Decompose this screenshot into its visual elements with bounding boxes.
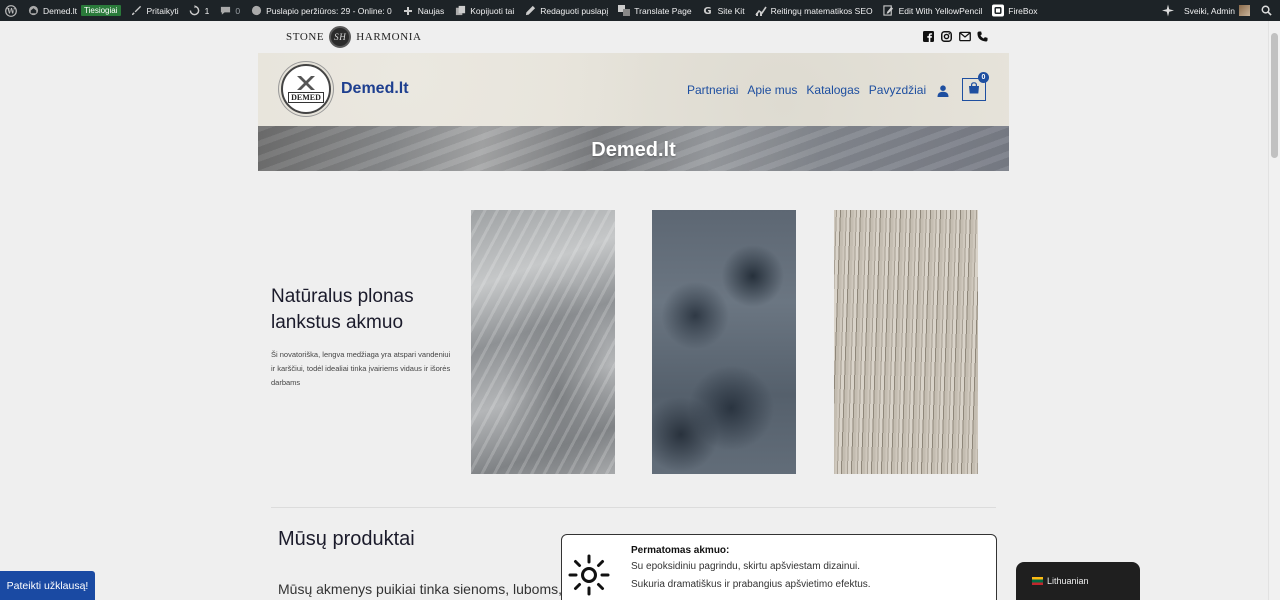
- brand-left-text: STONE: [286, 31, 325, 43]
- nav-partneriai[interactable]: Partneriai: [687, 83, 738, 97]
- pageviews-label: Puslapio peržiūros: 29 - Online: 0: [266, 5, 392, 16]
- social-links: [923, 31, 989, 43]
- site-header: DEMED Demed.lt Partneriai Apie mus Katal…: [258, 53, 1009, 126]
- language-label: Lithuanian: [1047, 576, 1089, 586]
- seo-chart-icon: [754, 5, 767, 17]
- new-label: Naujas: [417, 5, 445, 16]
- admin-bar: W Demed.lt Tiesiogiai Pritaikyti 1 0 Pus…: [0, 0, 1280, 21]
- yellowpencil-label: Edit With YellowPencil: [898, 5, 983, 16]
- cart-count-badge: 0: [978, 72, 989, 83]
- firebox-link[interactable]: FireBox: [987, 0, 1042, 21]
- admin-bar-right: Sveiki, Admin: [1157, 0, 1280, 21]
- greeting-label: Sveiki, Admin: [1183, 5, 1235, 16]
- scrollbar[interactable]: [1268, 21, 1280, 600]
- pageviews-item[interactable]: Puslapio peržiūros: 29 - Online: 0: [245, 0, 397, 21]
- sitekit-label: Site Kit: [717, 5, 745, 16]
- card-line-1: Su epoksidiniu pagrindu, skirtu apšviest…: [631, 561, 861, 572]
- updates-link[interactable]: 1: [184, 0, 215, 21]
- phone-icon[interactable]: [977, 31, 989, 43]
- stone-sample-silver: [471, 210, 615, 474]
- lithuania-flag-icon: [1032, 577, 1043, 585]
- updates-icon: [189, 5, 201, 17]
- section-divider: [271, 507, 996, 508]
- comments-link[interactable]: 0: [214, 0, 245, 21]
- edit-label: Redaguoti puslapį: [540, 5, 609, 16]
- wp-logo-menu[interactable]: W: [0, 0, 22, 21]
- edit-page-link[interactable]: Redaguoti puslapį: [519, 0, 613, 21]
- stone-sample-wood-grain: [834, 210, 978, 474]
- updates-count: 1: [204, 5, 210, 16]
- site-name-label: Demed.lt: [43, 5, 78, 16]
- nav-katalogas[interactable]: Katalogas: [806, 83, 859, 97]
- new-content-menu[interactable]: Naujas: [397, 0, 449, 21]
- seo-link[interactable]: Reitingų matematikos SEO: [750, 0, 878, 21]
- products-text: Mūsų akmenys puikiai tinka sienoms, lubo…: [278, 581, 563, 597]
- instagram-icon[interactable]: [941, 31, 953, 43]
- wordpress-icon: W: [5, 4, 17, 17]
- seo-label: Reitingų matematikos SEO: [770, 5, 873, 16]
- home-icon: [27, 5, 39, 17]
- customize-label: Pritaikyti: [146, 5, 179, 16]
- logo-text: DEMED: [288, 91, 324, 103]
- intro-text: Ši novatoriška, lengva medžiaga yra atsp…: [271, 350, 451, 387]
- submit-inquiry-button[interactable]: Pateikti užklausą!: [0, 571, 95, 600]
- site-title[interactable]: Demed.lt: [341, 80, 409, 98]
- sparkle-icon: [1161, 4, 1174, 17]
- nav-pavyzdziai[interactable]: Pavyzdžiai: [869, 83, 926, 97]
- brand-seal: SH: [329, 26, 352, 48]
- svg-text:G: G: [703, 6, 711, 16]
- live-badge: Tiesiogiai: [81, 5, 121, 16]
- nav-apie-mus[interactable]: Apie mus: [747, 83, 797, 97]
- brush-icon: [131, 5, 143, 17]
- site-name-menu[interactable]: Demed.lt Tiesiogiai: [22, 0, 126, 21]
- sitekit-link[interactable]: G Site Kit: [697, 0, 750, 21]
- sun-icon: [567, 553, 611, 597]
- firebox-label: FireBox: [1008, 5, 1038, 16]
- translate-label: Translate Page: [634, 5, 692, 16]
- pencil-icon: [524, 5, 536, 17]
- products-heading: Mūsų produktai: [278, 528, 415, 550]
- pencil-edit-icon: [883, 5, 895, 17]
- facebook-icon[interactable]: [923, 31, 935, 43]
- feature-card-translucent-stone: Permatomas akmuo: Su epoksidiniu pagrind…: [561, 534, 997, 600]
- mountain-emblem: [291, 75, 321, 90]
- yellowpencil-link[interactable]: Edit With YellowPencil: [878, 0, 988, 21]
- svg-text:W: W: [6, 6, 15, 15]
- firebox-icon: [992, 4, 1005, 17]
- user-icon[interactable]: [937, 84, 949, 97]
- customize-link[interactable]: Pritaikyti: [126, 0, 184, 21]
- top-strip: STONE SH HARMONIA: [258, 22, 1009, 52]
- banner-title: Demed.lt: [591, 139, 676, 161]
- comment-icon: [219, 5, 231, 17]
- ai-sparkle-button[interactable]: [1157, 0, 1179, 21]
- mail-icon[interactable]: [959, 31, 971, 43]
- shopping-bag-icon: [968, 81, 980, 99]
- avatar: [1239, 5, 1250, 16]
- stone-sample-slate: [652, 210, 796, 474]
- plus-icon: [402, 5, 414, 17]
- card-title: Permatomas akmuo:: [631, 545, 730, 556]
- card-line-2: Sukuria dramatiškus ir prabangius apšvie…: [631, 579, 871, 590]
- copy-link[interactable]: Kopijuoti tai: [449, 0, 519, 21]
- stone-harmonia-logo[interactable]: STONE SH HARMONIA: [286, 26, 422, 48]
- intro-heading: Natūralus plonas lankstus akmuo: [271, 286, 414, 333]
- search-icon: [1260, 5, 1272, 17]
- stats-icon: [250, 5, 262, 17]
- account-menu[interactable]: Sveiki, Admin: [1179, 0, 1255, 21]
- google-icon: G: [702, 5, 714, 17]
- scrollbar-thumb[interactable]: [1271, 33, 1278, 158]
- translate-link[interactable]: Translate Page: [613, 0, 696, 21]
- translate-icon: [618, 5, 631, 17]
- copy-icon: [454, 5, 466, 17]
- brand-right-text: HARMONIA: [356, 31, 422, 43]
- main-nav: Partneriai Apie mus Katalogas Pavyzdžiai: [687, 83, 926, 97]
- copy-label: Kopijuoti tai: [470, 5, 515, 16]
- comments-count: 0: [235, 5, 241, 16]
- admin-search-button[interactable]: [1255, 0, 1280, 21]
- demed-logo[interactable]: DEMED: [281, 64, 331, 114]
- hero-banner: Demed.lt: [258, 126, 1009, 171]
- language-switcher[interactable]: Lithuanian: [1016, 562, 1140, 600]
